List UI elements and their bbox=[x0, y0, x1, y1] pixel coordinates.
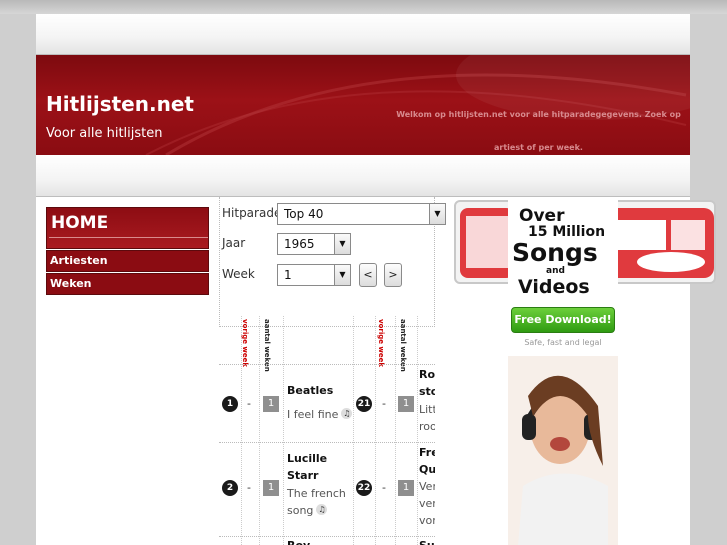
chevron-down-icon: ▼ bbox=[429, 204, 445, 224]
left-nav: HOME Artiesten Weken bbox=[46, 207, 209, 295]
ad-line-4: and bbox=[546, 266, 565, 276]
ad-line-1: Over bbox=[519, 206, 565, 226]
prev-week-value: - bbox=[247, 397, 251, 410]
jaar-label: Jaar bbox=[222, 236, 246, 250]
header-vorige-week-right: vorige week bbox=[377, 319, 385, 368]
col-divider bbox=[395, 316, 396, 545]
song-title-text: I feel fine bbox=[287, 408, 339, 421]
ad-line-3: Songs bbox=[512, 238, 598, 267]
col-divider bbox=[259, 316, 260, 545]
chevron-down-icon: ▼ bbox=[334, 234, 350, 254]
prev-week-value: - bbox=[382, 481, 386, 494]
advertisement[interactable]: Over 15 Million Songs and Videos Free Do… bbox=[508, 198, 618, 545]
prev-week-value: - bbox=[382, 397, 386, 410]
weeks-count: 1 bbox=[263, 480, 279, 496]
site-subtitle: Voor alle hitlijsten bbox=[46, 126, 163, 141]
sub-band bbox=[36, 155, 690, 197]
artist-link[interactable]: Supremes bbox=[419, 537, 435, 545]
weeks-count: 1 bbox=[398, 480, 414, 496]
nav-item-weken[interactable]: Weken bbox=[46, 273, 209, 295]
song-title[interactable]: Little red rooster♫ bbox=[419, 401, 435, 435]
artist-link[interactable]: Roy bbox=[287, 537, 310, 545]
nav-home-label: HOME bbox=[51, 213, 109, 233]
artist-link[interactable]: Lucille Starr bbox=[287, 450, 349, 484]
week-select[interactable]: 1 ▼ bbox=[277, 264, 351, 286]
site-header: Hitlijsten.net Voor alle hitlijsten Welk… bbox=[36, 55, 690, 155]
weeks-count: 1 bbox=[263, 396, 279, 412]
col-divider bbox=[283, 316, 284, 545]
col-divider bbox=[417, 316, 418, 545]
position-badge: 22 bbox=[356, 480, 372, 496]
week-value: 1 bbox=[284, 268, 292, 282]
chart-table: vorige week aantal weken vorige week aan… bbox=[219, 316, 435, 545]
ad-tagline: Safe, fast and legal bbox=[524, 338, 602, 347]
prev-week-value: - bbox=[247, 481, 251, 494]
top-band bbox=[36, 14, 690, 55]
chevron-down-icon: ▼ bbox=[334, 265, 350, 285]
music-note-icon[interactable]: ♫ bbox=[341, 408, 353, 419]
artist-link[interactable]: Rolling stones bbox=[419, 366, 435, 400]
col-divider bbox=[375, 316, 376, 545]
row-separator bbox=[219, 442, 435, 443]
position-badge: 2 bbox=[222, 480, 238, 496]
artist-link[interactable]: Freddy Quinn bbox=[419, 444, 435, 478]
row-separator bbox=[219, 364, 435, 365]
hitparade-select[interactable]: Top 40 ▼ bbox=[277, 203, 446, 225]
position-badge: 21 bbox=[356, 396, 372, 412]
prev-week-button[interactable]: < bbox=[359, 263, 377, 287]
song-title[interactable]: Vergangen vergessen vorüber♫ bbox=[419, 478, 435, 529]
free-download-button[interactable]: Free Download! bbox=[511, 307, 615, 333]
nav-home-underline bbox=[49, 237, 208, 238]
chart-selector-form: Hitparade Top 40 ▼ Jaar 1965 ▼ Week 1 ▼ … bbox=[219, 197, 446, 327]
song-title[interactable]: I feel fine ♫ bbox=[287, 406, 353, 423]
welcome-text: Welkom op hitlijsten.net voor alle hitpa… bbox=[396, 110, 681, 152]
ad-headphones-image bbox=[508, 356, 618, 545]
row-separator bbox=[219, 536, 435, 537]
song-title[interactable]: The french song ♫ bbox=[287, 485, 353, 519]
song-title-text: Vergangen vergessen vorüber bbox=[419, 480, 435, 527]
top-strip bbox=[0, 0, 727, 14]
next-week-button[interactable]: > bbox=[384, 263, 402, 287]
song-title-text: Little red rooster bbox=[419, 403, 435, 433]
weeks-count: 1 bbox=[398, 396, 414, 412]
artist-link[interactable]: Beatles bbox=[287, 382, 333, 399]
site-title[interactable]: Hitlijsten.net bbox=[46, 92, 194, 116]
nav-home[interactable]: HOME bbox=[46, 207, 209, 249]
week-label: Week bbox=[222, 267, 255, 281]
jaar-value: 1965 bbox=[284, 237, 315, 251]
header-vorige-week: vorige week bbox=[241, 319, 249, 368]
jaar-select[interactable]: 1965 ▼ bbox=[277, 233, 351, 255]
nav-item-artiesten[interactable]: Artiesten bbox=[46, 250, 209, 272]
col-divider bbox=[353, 316, 354, 545]
page: Hitlijsten.net Voor alle hitlijsten Welk… bbox=[36, 14, 716, 545]
position-badge: 1 bbox=[222, 396, 238, 412]
hitparade-label: Hitparade bbox=[222, 206, 282, 220]
hitparade-value: Top 40 bbox=[284, 207, 324, 221]
music-note-icon[interactable]: ♫ bbox=[316, 504, 328, 515]
ad-line-5: Videos bbox=[518, 276, 590, 298]
